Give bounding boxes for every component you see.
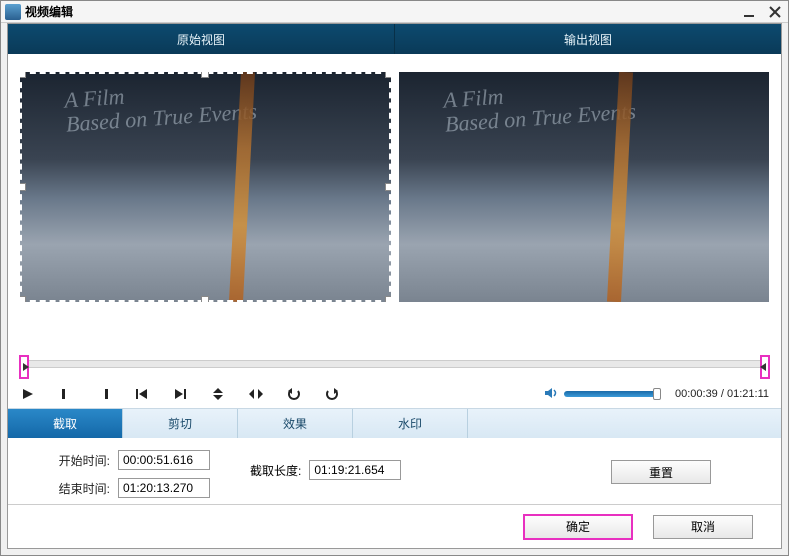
titlebar: 视频编辑 [1,1,788,23]
crop-handle-lm[interactable] [20,183,26,191]
tab-crop[interactable]: 截取 [8,409,123,438]
output-canvas: A Film Based on True Events [399,72,770,302]
close-button[interactable] [766,5,784,19]
volume-thumb[interactable] [653,388,661,400]
output-preview: A Film Based on True Events [399,72,770,344]
crop-handle-br[interactable] [385,296,391,302]
timeline[interactable] [20,360,769,368]
range-end-handle[interactable] [760,355,770,379]
volume-control [544,387,659,402]
function-tabs: 截取 剪切 效果 水印 [8,408,781,438]
crop-handle-bl[interactable] [20,296,26,302]
mark-in-button[interactable] [58,386,74,402]
volume-icon[interactable] [544,387,558,402]
tab-effect[interactable]: 效果 [238,409,353,438]
start-time-input[interactable] [118,450,210,470]
rotate-left-button[interactable] [286,386,302,402]
prev-frame-button[interactable] [134,386,150,402]
length-input[interactable] [309,460,401,480]
original-canvas: A Film Based on True Events [20,72,391,302]
minimize-button[interactable] [740,5,758,19]
next-frame-button[interactable] [172,386,188,402]
crop-handle-rm[interactable] [385,183,391,191]
window-title: 视频编辑 [25,3,740,20]
end-time-input[interactable] [118,478,210,498]
end-time-label: 结束时间: [54,480,110,497]
video-overlay-text: A Film Based on True Events [64,75,258,137]
time-display: 00:00:39 / 01:21:11 [675,388,769,400]
app-icon [5,4,21,20]
flip-vertical-button[interactable] [210,386,226,402]
video-edit-window: 视频编辑 原始视图 输出视图 A Film Based on True Even… [0,0,789,556]
time-current: 00:00:39 [675,388,718,400]
video-overlay-text-out: A Film Based on True Events [442,75,636,137]
tab-trim[interactable]: 剪切 [123,409,238,438]
play-button[interactable] [20,386,36,402]
crop-handle-bm[interactable] [201,296,209,302]
crop-panel: 开始时间: 结束时间: 截取长度: 重置 [8,438,781,514]
timeline-row [8,354,781,378]
rotate-right-button[interactable] [324,386,340,402]
reset-button[interactable]: 重置 [611,460,711,484]
time-total: 01:21:11 [727,388,769,400]
original-preview[interactable]: A Film Based on True Events [20,72,391,344]
tab-original-view[interactable]: 原始视图 [8,24,395,54]
flip-horizontal-button[interactable] [248,386,264,402]
range-start-handle[interactable] [19,355,29,379]
crop-handle-tl[interactable] [20,72,26,78]
preview-area: A Film Based on True Events [8,54,781,354]
mark-out-button[interactable] [96,386,112,402]
view-tabs: 原始视图 输出视图 [8,24,781,54]
length-label: 截取长度: [250,462,301,479]
dialog-footer: 确定 取消 [8,504,781,548]
ok-button[interactable]: 确定 [523,514,633,540]
crop-handle-tm[interactable] [201,72,209,78]
tab-output-view[interactable]: 输出视图 [395,24,781,54]
cancel-button[interactable]: 取消 [653,515,753,539]
tab-watermark[interactable]: 水印 [353,409,468,438]
volume-slider[interactable] [564,391,659,397]
playback-controls: 00:00:39 / 01:21:11 [8,378,781,408]
content-area: 原始视图 输出视图 A Film Based on True Events [7,23,782,549]
start-time-label: 开始时间: [54,452,110,469]
crop-handle-tr[interactable] [385,72,391,78]
